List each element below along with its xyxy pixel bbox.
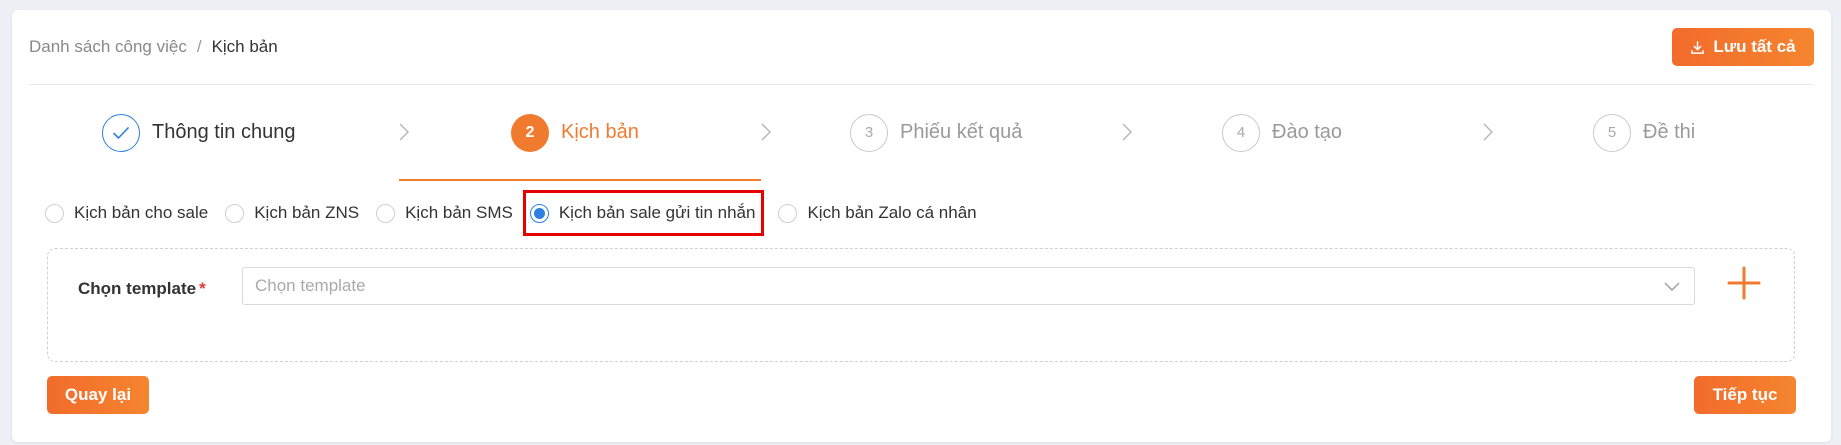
chevron-right-icon [761, 123, 771, 141]
step-3-indicator: 3 [850, 113, 888, 152]
step-1-indicator [102, 113, 140, 152]
radio-button-checked[interactable] [529, 203, 549, 223]
required-mark: * [199, 279, 206, 298]
step-2-indicator: 2 [511, 113, 549, 152]
script-type-radio-group: Kịch bản cho sale Kịch bản ZNS Kịch bản … [45, 188, 994, 238]
radio-option-zns[interactable]: Kịch bản ZNS [225, 195, 359, 231]
radio-label: Kịch bản SMS [405, 203, 513, 222]
download-icon [1691, 40, 1705, 54]
step-5-label: Đề thi [1643, 121, 1696, 143]
radio-option-sale-message[interactable]: Kịch bản sale gửi tin nhắn [522, 190, 765, 236]
template-field-label: Chọn template * [78, 279, 206, 299]
breadcrumb-separator: / [196, 37, 202, 56]
step-1-label: Thông tin chung [152, 121, 296, 143]
template-select[interactable]: Chọn template [242, 267, 1695, 305]
chevron-right-icon [1483, 123, 1493, 141]
chevron-down-icon [1664, 282, 1680, 291]
step-script[interactable]: 2 Kịch bản [511, 85, 639, 180]
step-general-info[interactable]: Thông tin chung [102, 85, 295, 180]
step-exam[interactable]: 5 Đề thi [1593, 85, 1695, 180]
radio-label: Kịch bản ZNS [254, 203, 360, 222]
radio-option-zalo-personal[interactable]: Kịch bản Zalo cá nhân [778, 195, 977, 231]
save-all-label: Lưu tất cả [1713, 37, 1796, 56]
page-header: Danh sách công việc / Kịch bản Lưu tất c… [29, 10, 1814, 85]
step-3-label: Phiếu kết quả [900, 121, 1023, 143]
breadcrumb-parent-link[interactable]: Danh sách công việc [29, 37, 187, 57]
radio-label: Kịch bản Zalo cá nhân [807, 203, 977, 222]
check-icon [113, 126, 129, 139]
step-training[interactable]: 4 Đào tạo [1222, 85, 1342, 180]
radio-option-sms[interactable]: Kịch bản SMS [376, 195, 513, 231]
breadcrumb-current: Kịch bản [211, 37, 278, 56]
radio-button[interactable] [778, 203, 798, 223]
save-all-button[interactable]: Lưu tất cả [1672, 28, 1814, 66]
step-4-indicator: 4 [1222, 113, 1260, 152]
template-label-text: Chọn template [78, 279, 197, 298]
main-card: Danh sách công việc / Kịch bản Lưu tất c… [12, 10, 1831, 442]
template-select-placeholder: Chọn template [255, 276, 366, 295]
radio-button[interactable] [376, 203, 396, 223]
active-step-underline [399, 179, 761, 181]
radio-label: Kịch bản cho sale [74, 203, 209, 222]
breadcrumb: Danh sách công việc / Kịch bản [29, 37, 278, 57]
step-5-indicator: 5 [1593, 113, 1631, 152]
radio-button[interactable] [45, 203, 64, 223]
add-icon[interactable] [1726, 265, 1762, 301]
next-button[interactable]: Tiếp tục [1694, 376, 1796, 414]
step-4-label: Đào tạo [1272, 121, 1343, 143]
chevron-right-icon [399, 123, 409, 141]
step-2-label: Kịch bản [561, 121, 639, 143]
back-button[interactable]: Quay lại [47, 376, 149, 414]
step-result-form[interactable]: 3 Phiếu kết quả [850, 85, 1022, 180]
radio-button[interactable] [225, 203, 245, 223]
wizard-steps: Thông tin chung 2 Kịch bản 3 Phiếu kết q… [29, 85, 1814, 181]
template-section: Chọn template * Chọn template [47, 248, 1795, 362]
radio-option-sale[interactable]: Kịch bản cho sale [45, 195, 208, 231]
radio-label: Kịch bản sale gửi tin nhắn [558, 203, 756, 222]
chevron-right-icon [1122, 123, 1132, 141]
